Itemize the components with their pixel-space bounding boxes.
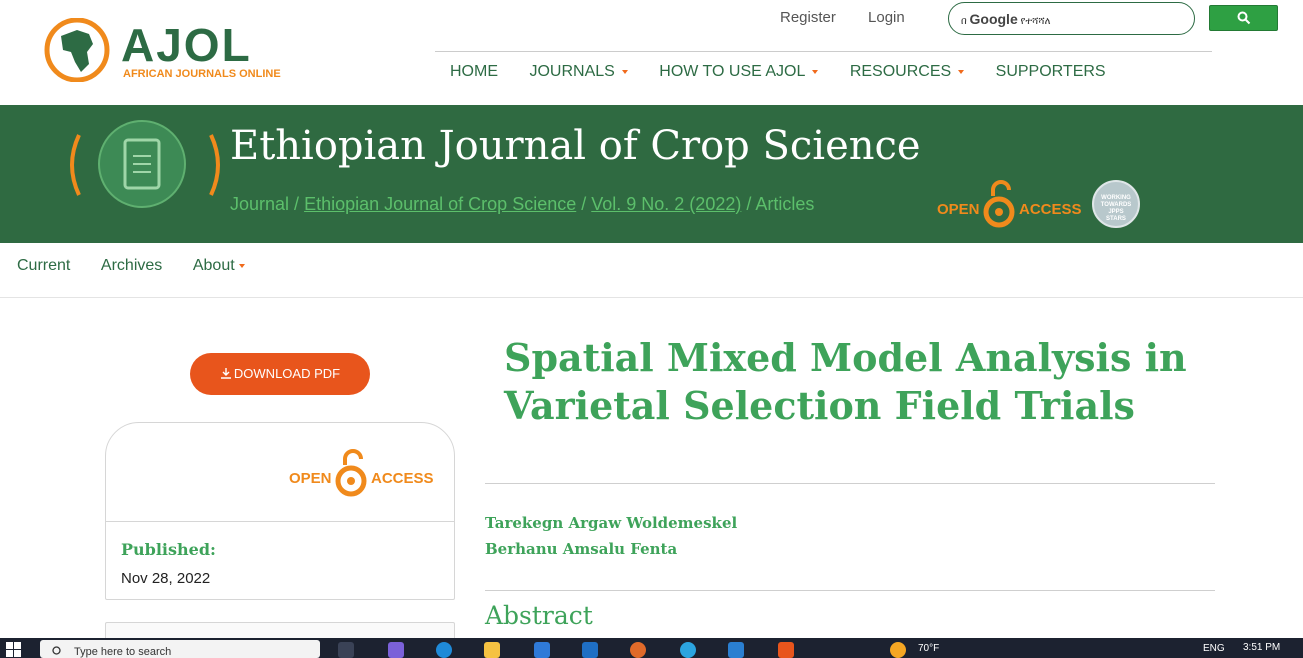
author-name: Berhanu Amsalu Fenta: [485, 540, 678, 558]
article-title: Spatial Mixed Model Analysis in Varietal…: [504, 335, 1187, 428]
firefox-icon[interactable]: [630, 642, 646, 658]
jpps-line: TOWARDS: [1100, 202, 1132, 208]
journal-banner: Ethiopian Journal of Crop Science Journa…: [0, 105, 1303, 243]
subnav-items: Current Archives About: [17, 257, 272, 275]
breadcrumb: Journal / Ethiopian Journal of Crop Scie…: [230, 194, 814, 215]
windows-taskbar: Type here to search 70°F ENG 3:51 PM: [0, 638, 1303, 658]
download-pdf-button[interactable]: DOWNLOAD PDF: [190, 353, 370, 395]
author-name: Tarekegn Argaw Woldemeskel: [485, 514, 738, 532]
vscode-icon[interactable]: [728, 642, 744, 658]
open-access-icon: OPEN ACCESS: [937, 180, 1082, 228]
nav-supporters[interactable]: SUPPORTERS: [996, 63, 1106, 80]
open-access-icon: OPEN ACCESS: [289, 449, 434, 497]
caret-down-icon: [812, 69, 819, 74]
google-brand: Google: [969, 11, 1018, 27]
subnav-about-label: About: [192, 257, 235, 274]
crumb-separator: /: [741, 194, 756, 214]
ajol-logo[interactable]: AJOL AFRICAN JOURNALS ONLINE: [43, 18, 293, 82]
subnav-current[interactable]: Current: [17, 257, 70, 274]
login-link[interactable]: Login: [868, 9, 905, 26]
nav-divider: [435, 51, 1212, 52]
nav-resources-label: RESOURCES: [849, 63, 952, 80]
language-indicator[interactable]: ENG: [1203, 643, 1225, 654]
abstract-heading: Abstract: [485, 601, 593, 630]
file-explorer-icon[interactable]: [484, 642, 500, 658]
telegram-icon[interactable]: [680, 642, 696, 658]
logo-name: AJOL: [121, 19, 252, 71]
oa-open-text: OPEN: [289, 470, 332, 487]
store-icon[interactable]: [534, 642, 550, 658]
clock-time[interactable]: 3:51 PM: [1243, 642, 1280, 653]
article-info-card: OPEN ACCESS Published: Nov 28, 2022: [105, 422, 455, 600]
account-links: Register Login: [780, 9, 933, 26]
title-divider: [485, 483, 1215, 484]
nav-journals[interactable]: JOURNALS: [529, 63, 628, 80]
register-link[interactable]: Register: [780, 9, 836, 26]
journal-title: Ethiopian Journal of Crop Science: [230, 123, 921, 169]
journal-emblem-icon: [70, 120, 220, 208]
task-view-icon[interactable]: [338, 642, 354, 658]
nav-how-to-label: HOW TO USE AJOL: [659, 63, 806, 80]
site-header: AJOL AFRICAN JOURNALS ONLINE Register Lo…: [0, 0, 1303, 105]
crumb-separator: /: [576, 194, 592, 214]
download-icon: [220, 368, 231, 379]
subnav-archives[interactable]: Archives: [101, 257, 162, 274]
crumb-journal-link[interactable]: Ethiopian Journal of Crop Science: [304, 194, 576, 214]
nav-journals-label: JOURNALS: [529, 63, 615, 80]
jpps-line: STARS: [1106, 216, 1126, 222]
crumb-articles: Articles: [755, 194, 815, 214]
africa-logo-icon: [44, 18, 110, 82]
crumb-issue-link[interactable]: Vol. 9 No. 2 (2022): [591, 194, 741, 214]
search-button[interactable]: [1209, 5, 1278, 31]
windows-start-icon[interactable]: [6, 642, 22, 658]
nav-how-to[interactable]: HOW TO USE AJOL: [659, 63, 819, 80]
nav-home[interactable]: HOME: [450, 63, 498, 80]
page: AJOL AFRICAN JOURNALS ONLINE Register Lo…: [0, 0, 1303, 658]
taskbar-search-input[interactable]: Type here to search: [40, 640, 320, 658]
published-label: Published:: [121, 540, 216, 559]
search-value: የተሻሻለ: [1020, 16, 1051, 27]
caret-down-icon: [238, 263, 245, 268]
authors-divider: [485, 590, 1215, 591]
nav-resources[interactable]: RESOURCES: [849, 63, 965, 80]
card-divider: [106, 521, 454, 522]
app-icon[interactable]: [778, 642, 794, 658]
subnav-about[interactable]: About: [193, 257, 245, 274]
edge-icon[interactable]: [436, 642, 452, 658]
jpps-line: WORKING: [1101, 195, 1131, 201]
weather-temp: 70°F: [918, 643, 940, 654]
oa-access-text: ACCESS: [371, 470, 434, 487]
crumb-separator: /: [289, 194, 305, 214]
search-icon: [52, 646, 61, 655]
copilot-icon[interactable]: [388, 642, 404, 658]
mail-icon[interactable]: [582, 642, 598, 658]
weather-icon[interactable]: [890, 642, 906, 658]
crumb-journal: Journal: [230, 194, 290, 214]
download-label: DOWNLOAD PDF: [233, 366, 341, 381]
caret-down-icon: [621, 69, 628, 74]
logo-subtitle: AFRICAN JOURNALS ONLINE: [123, 68, 281, 80]
jpps-line: JPPS: [1108, 209, 1124, 215]
search-prefix: በ: [961, 16, 967, 27]
search-input[interactable]: በ Google የተሻሻለ: [948, 2, 1195, 35]
jpps-badge[interactable]: WORKING TOWARDS JPPS STARS: [1092, 180, 1140, 228]
published-date: Nov 28, 2022: [121, 570, 211, 587]
search-icon: [1237, 11, 1251, 25]
main-nav: HOME JOURNALS HOW TO USE AJOL RESOURCES …: [450, 63, 1133, 81]
caret-down-icon: [958, 69, 965, 74]
oa-open-text: OPEN: [937, 201, 980, 218]
journal-subnav: Current Archives About: [0, 243, 1303, 298]
taskbar-search-placeholder: Type here to search: [74, 646, 172, 658]
oa-access-text: ACCESS: [1019, 201, 1082, 218]
